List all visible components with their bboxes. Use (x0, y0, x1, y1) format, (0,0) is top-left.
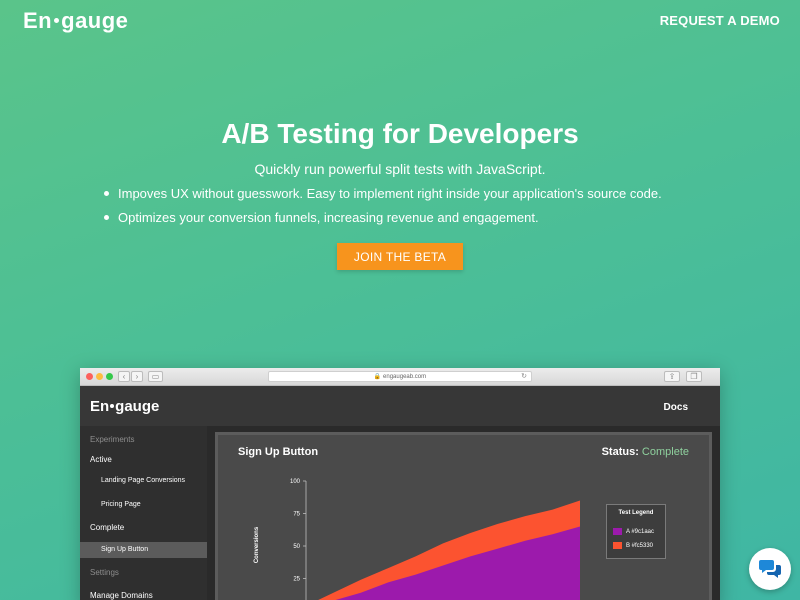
app-main: 25 50 75 100 Conversions Sign Up Button Stat… (207, 426, 720, 600)
sidebar-item-active: Active (90, 455, 112, 464)
sidebar-item-complete: Complete (90, 523, 125, 532)
sidebar-toggle-icon: ▭ (148, 371, 163, 382)
tabs-icon: ❐ (686, 371, 702, 382)
y-tick-label: 50 (293, 544, 300, 550)
chat-bubbles-icon (759, 560, 781, 578)
legend-label-b: B #fc5330 (626, 543, 654, 550)
y-tick-label: 75 (293, 512, 300, 518)
maximize-window-icon (106, 373, 113, 380)
logo-text-right: gauge (61, 8, 129, 33)
chart-legend: Test Legend A #9c1aac B #fc5330 (606, 504, 666, 559)
app-header: En gauge Docs (80, 386, 720, 426)
close-window-icon (86, 373, 93, 380)
sidebar-item-pricing-page: Pricing Page (101, 501, 141, 508)
legend-swatch-b (613, 542, 622, 549)
experiment-panel: 25 50 75 100 Conversions Sign Up Button Stat… (215, 432, 712, 600)
app-logo-left: En (90, 398, 110, 415)
share-icon: ⇪ (664, 371, 680, 382)
product-screenshot: ‹ › ▭ 🔒 engaugeab.com ↻ ⇪ ❐ En gauge Docs… (80, 368, 720, 600)
experiment-title: Sign Up Button (238, 446, 319, 458)
chat-button[interactable] (749, 548, 791, 590)
hero-title: A/B Testing for Developers (221, 118, 579, 149)
sidebar-item-sign-up-button: Sign Up Button (101, 546, 149, 553)
join-beta-button[interactable]: JOIN THE BETA (337, 243, 463, 270)
legend-entry-a: A #9c1aac (613, 528, 654, 535)
request-demo-link[interactable]: REQUEST A DEMO (660, 13, 780, 28)
minimize-window-icon (96, 373, 103, 380)
app-sidebar: Experiments Active Landing Page Conversi… (80, 426, 207, 600)
hero-subtitle: Quickly run powerful split tests with Ja… (254, 161, 546, 177)
status-label: Status: (601, 446, 639, 458)
app-logo: En gauge (90, 398, 159, 415)
feature-item: Impoves UX without guesswork. Easy to im… (104, 182, 724, 206)
experiment-status: Status: Complete (602, 446, 689, 458)
top-bar: En gauge REQUEST A DEMO (0, 0, 800, 44)
feature-item: Optimizes your conversion funnels, incre… (104, 206, 724, 230)
refresh-icon: ↻ (521, 373, 527, 380)
legend-label-a: A #9c1aac (626, 529, 655, 536)
back-arrow-icon: ‹ (118, 371, 130, 382)
sidebar-section-experiments: Experiments (90, 435, 135, 444)
docs-link: Docs (663, 402, 688, 413)
sidebar-item-manage-domains: Manage Domains (90, 591, 153, 600)
y-tick-label: 100 (290, 479, 301, 485)
status-value: Complete (641, 446, 689, 458)
y-axis-title: Conversions (254, 526, 260, 563)
url-bar: 🔒 engaugeab.com ↻ (268, 371, 532, 382)
y-tick-label: 25 (293, 577, 300, 583)
forward-arrow-icon: › (131, 371, 143, 382)
engauge-logo[interactable]: En gauge (23, 8, 128, 34)
logo-dot-icon (54, 18, 60, 24)
browser-chrome: ‹ › ▭ 🔒 engaugeab.com ↻ ⇪ ❐ (80, 368, 720, 386)
app-logo-dot-icon (110, 404, 115, 409)
logo-text-left: En (23, 8, 53, 33)
sidebar-item-landing-page: Landing Page Conversions (101, 477, 186, 484)
legend-entry-b: B #fc5330 (613, 542, 653, 549)
legend-title: Test Legend (618, 510, 654, 516)
url-text: 🔒 engaugeab.com (373, 374, 427, 380)
sidebar-section-settings: Settings (90, 568, 119, 577)
feature-list: Impoves UX without guesswork. Easy to im… (104, 182, 724, 230)
legend-swatch-a (613, 528, 622, 535)
app-logo-right: gauge (115, 398, 160, 415)
